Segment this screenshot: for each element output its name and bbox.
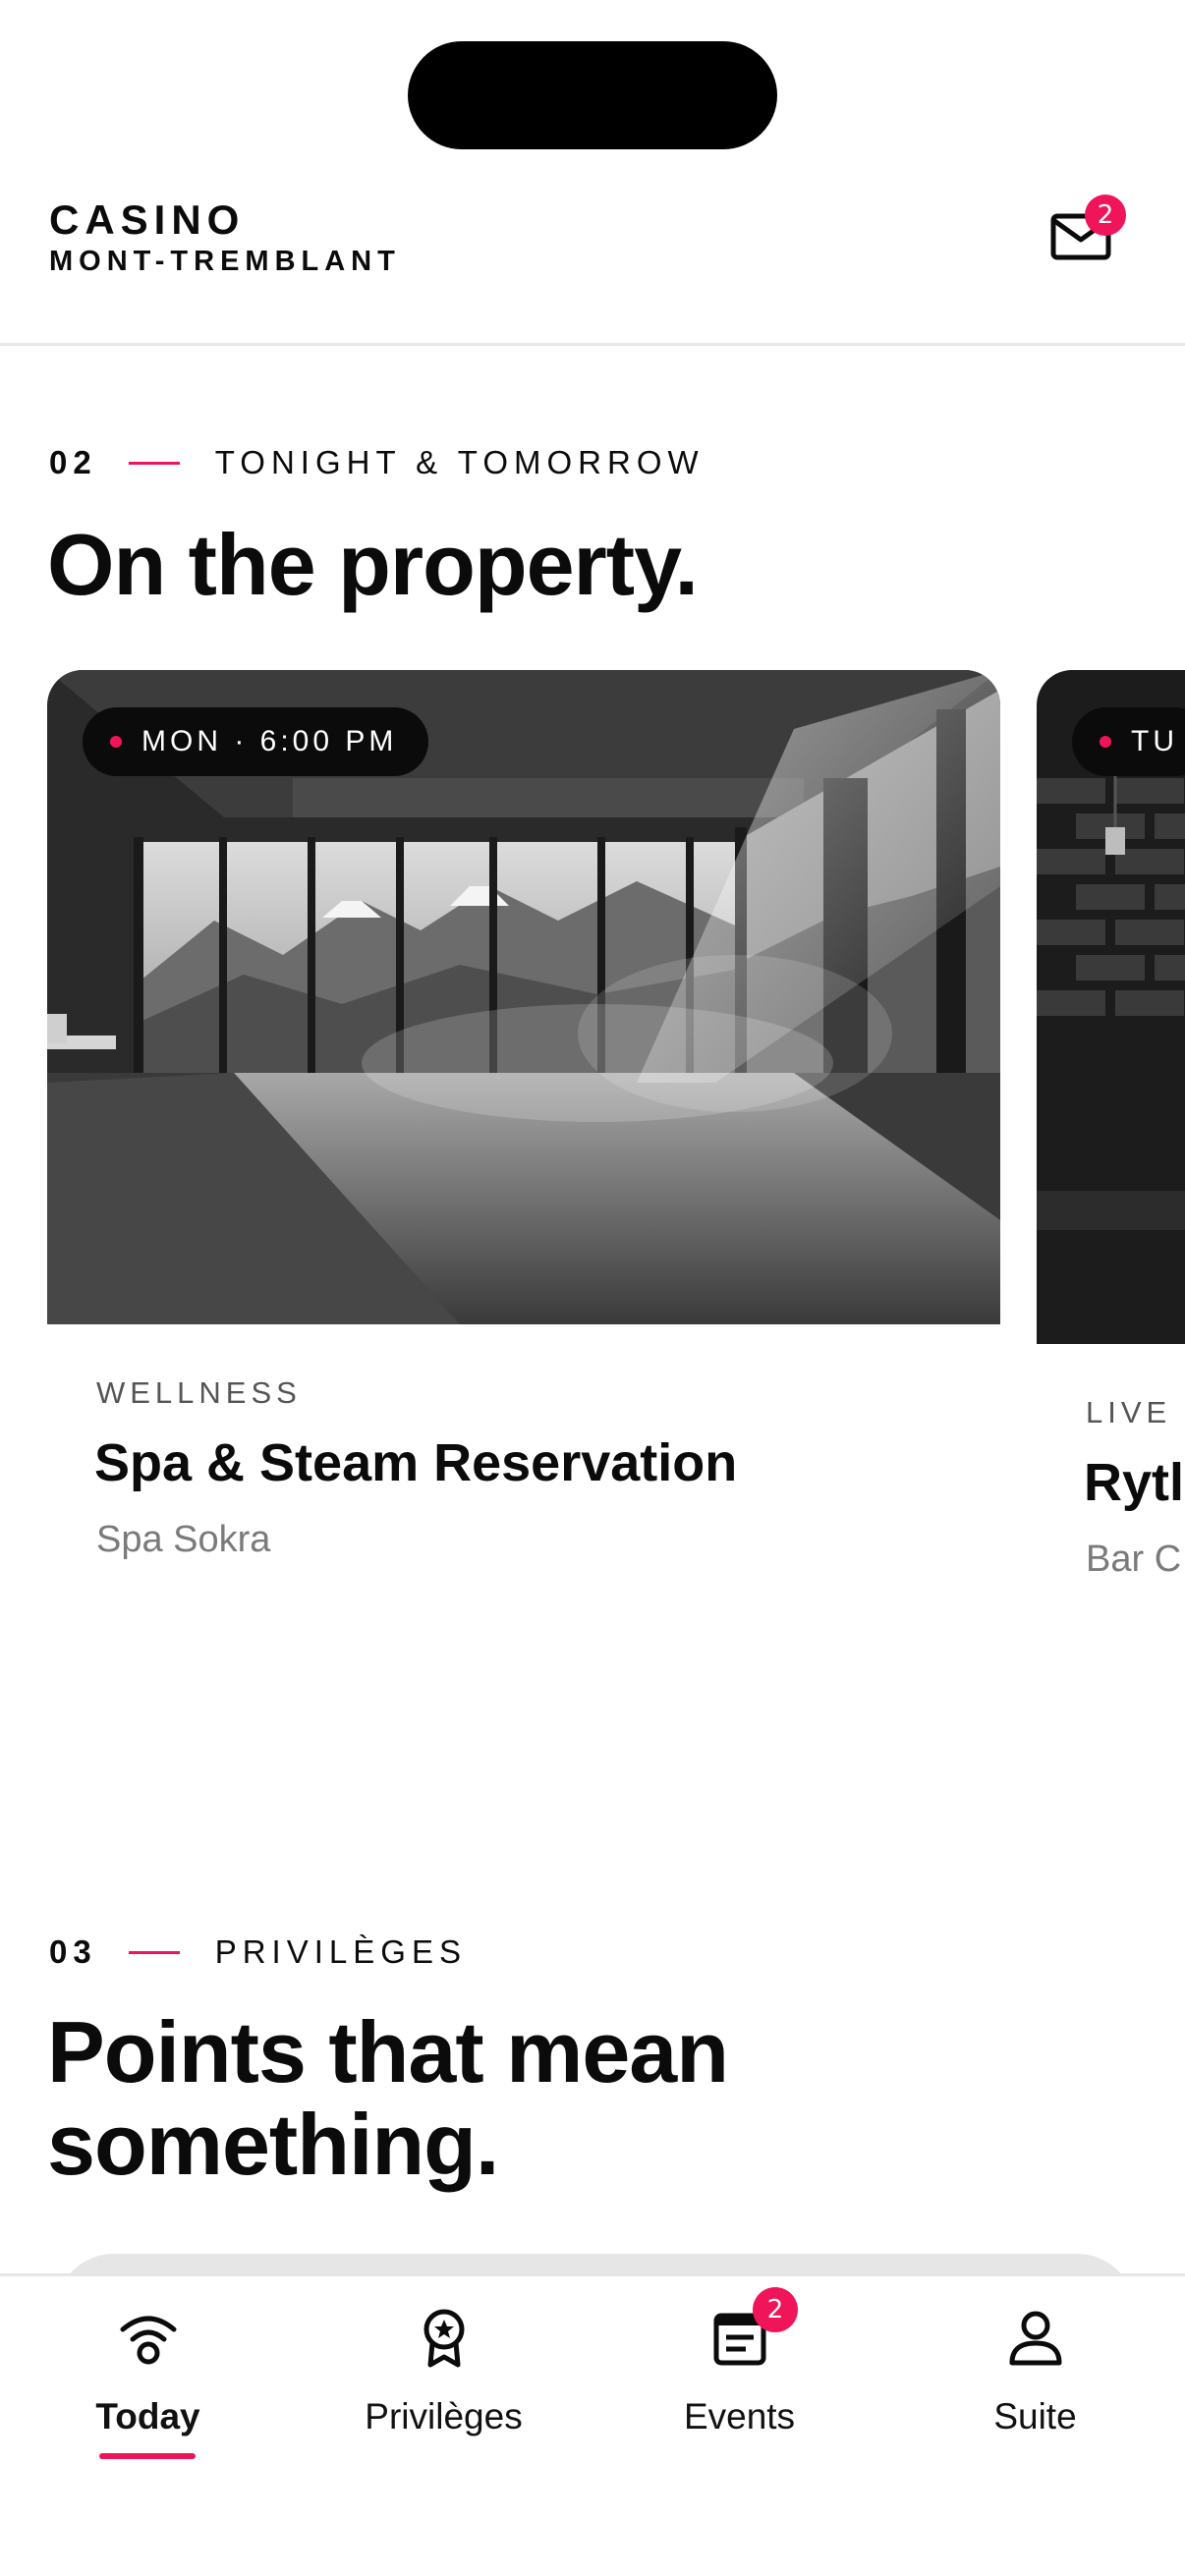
tab-suite[interactable]: Suite: [887, 2276, 1183, 2473]
event-time: TU: [1131, 725, 1178, 757]
eyebrow-divider: [128, 1950, 180, 1954]
section-eyebrow-label: TONIGHT & TOMORROW: [214, 444, 705, 480]
section-title-privileges: Points that mean something.: [47, 2003, 729, 2193]
eyebrow-divider: [128, 461, 180, 465]
section-number: 02: [49, 444, 97, 480]
event-time-pill: TU: [1072, 707, 1185, 776]
section-title-line: something.: [47, 2096, 499, 2193]
tab-label: Suite: [993, 2396, 1077, 2436]
section-eyebrow-label: PRIVILÈGES: [214, 1933, 467, 1970]
inbox-badge: 2: [1085, 195, 1126, 236]
section-number: 03: [49, 1933, 97, 1970]
section-eyebrow-tonight: 02 TONIGHT & TOMORROW: [49, 444, 705, 481]
brand-name: CASINO: [49, 196, 246, 243]
event-time-pill: MON · 6:00 PM: [83, 707, 429, 776]
tab-bar: Today Privilèges Events Suite: [0, 2273, 1185, 2576]
active-tab-indicator: [99, 2453, 196, 2459]
app-header: CASINO MONT-TREMBLANT: [0, 0, 1185, 346]
tab-label: Privilèges: [365, 2396, 523, 2436]
tab-today[interactable]: Today: [0, 2276, 296, 2473]
tab-privileges[interactable]: Privilèges: [296, 2276, 592, 2473]
award-icon: [423, 2309, 464, 2368]
section-eyebrow-privileges: 03 PRIVILÈGES: [49, 1933, 467, 1971]
live-dot: [1100, 736, 1111, 748]
live-dot: [110, 736, 122, 748]
event-venue: Bar C: [1086, 1539, 1182, 1580]
event-image-spa: MON · 6:00 PM: [47, 670, 1000, 1324]
event-title: Rytl: [1084, 1453, 1185, 1512]
tab-label: Events: [683, 2396, 796, 2436]
event-card[interactable]: MON · 6:00 PM WELLNESS Spa & Steam Reser…: [47, 670, 1000, 1560]
event-image-bar: TU: [1037, 670, 1185, 1344]
brand-location: MONT-TREMBLANT: [49, 246, 401, 277]
event-time: MON · 6:00 PM: [141, 725, 398, 757]
section-title-line: Points that mean: [47, 2003, 729, 2100]
section-title-tonight: On the property.: [47, 516, 699, 613]
event-category: WELLNESS: [96, 1375, 302, 1410]
user-icon: [1009, 2311, 1061, 2366]
wifi-icon: [120, 2316, 176, 2365]
event-title: Spa & Steam Reservation: [94, 1433, 738, 1492]
tab-events[interactable]: Events: [592, 2276, 887, 2473]
event-card[interactable]: TU LIVE Rytl Bar C: [1037, 670, 1185, 1594]
events-badge: 2: [753, 2287, 798, 2332]
tab-label: Today: [95, 2396, 200, 2436]
event-category: LIVE: [1086, 1395, 1172, 1429]
event-venue: Spa Sokra: [96, 1519, 271, 1560]
